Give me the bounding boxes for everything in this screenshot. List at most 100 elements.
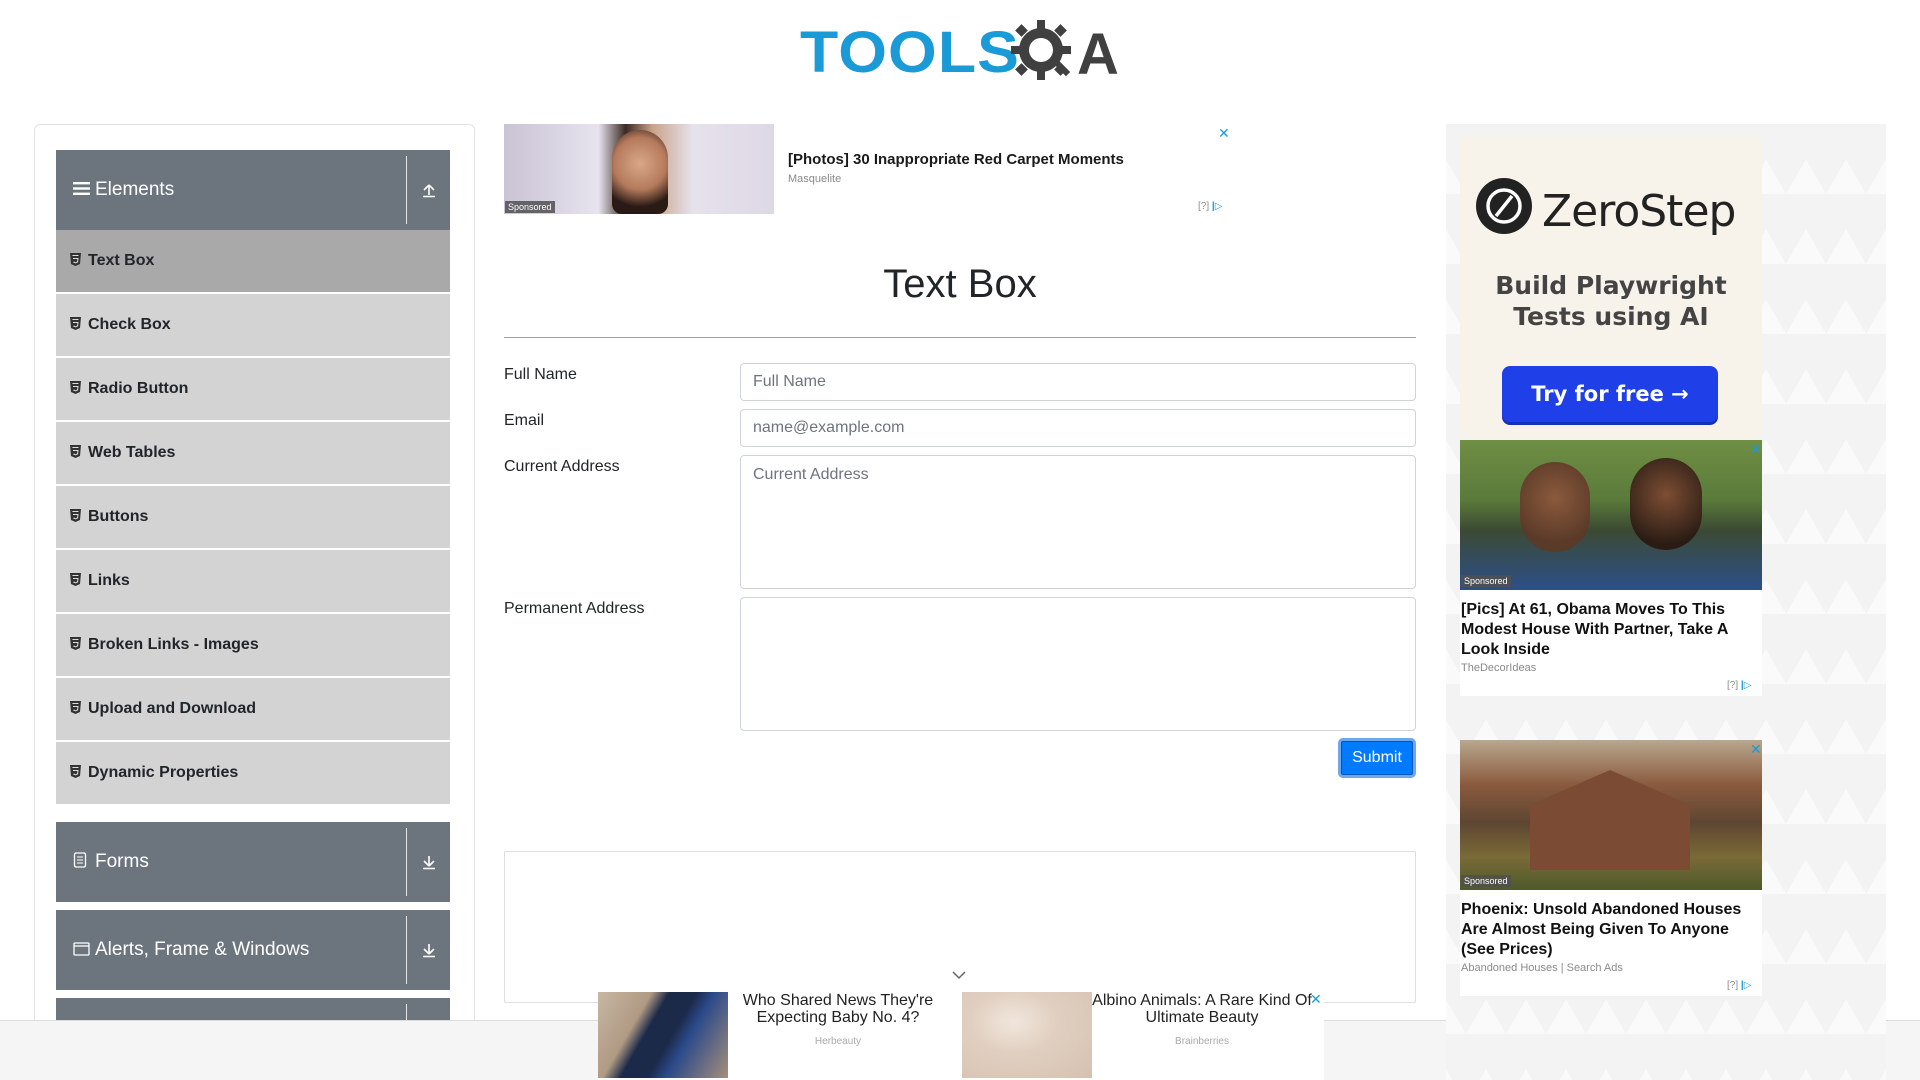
group-header-alerts-frames-windows[interactable]: Alerts, Frame & Windows bbox=[56, 910, 450, 990]
side-ad-title[interactable]: [Pics] At 61, Obama Moves To This Modest… bbox=[1461, 600, 1757, 660]
side-ad-title[interactable]: Phoenix: Unsold Abandoned Houses Are Alm… bbox=[1461, 900, 1757, 960]
group-header-elements[interactable]: Elements bbox=[56, 150, 450, 230]
bottom-ad-title[interactable]: Albino Animals: A Rare Kind Of Ultimate … bbox=[1092, 992, 1312, 1026]
ad-image bbox=[1460, 740, 1762, 890]
expand-down-icon[interactable] bbox=[407, 822, 450, 902]
html5-icon bbox=[70, 701, 86, 717]
collapse-up-icon[interactable] bbox=[407, 150, 450, 230]
ad-choices-icon: |▷ bbox=[1740, 980, 1752, 991]
ad-image bbox=[1460, 440, 1762, 590]
sidebar-item-web-tables[interactable]: Web Tables bbox=[56, 422, 450, 484]
sponsored-tag: Sponsored bbox=[1461, 875, 1511, 887]
ad-photo-subject bbox=[1630, 458, 1702, 550]
email-input[interactable] bbox=[740, 409, 1416, 447]
divider bbox=[504, 337, 1416, 338]
sidebar-item-label: Check Box bbox=[88, 316, 171, 333]
sponsored-tag: Sponsored bbox=[505, 201, 555, 213]
zerostep-logo-icon bbox=[1476, 178, 1532, 234]
sidebar-item-dynamic-properties[interactable]: Dynamic Properties bbox=[56, 742, 450, 804]
permanent-address-textarea[interactable] bbox=[740, 597, 1416, 731]
ad-photo-subject bbox=[1530, 770, 1690, 870]
zerostep-tagline: Build Playwright Tests using AI bbox=[1495, 271, 1727, 331]
ad-choices-icon: |▷ bbox=[1740, 680, 1752, 691]
html5-icon bbox=[70, 573, 86, 589]
top-ad-banner[interactable]: Sponsored [Photos] 30 Inappropriate Red … bbox=[504, 124, 1232, 214]
ad-close-icon[interactable]: ✕ bbox=[1310, 992, 1322, 1006]
ad-choices-icon: |▷ bbox=[1211, 201, 1223, 212]
html5-icon bbox=[70, 381, 86, 397]
html5-icon bbox=[70, 317, 86, 333]
sidebar-item-check-box[interactable]: Check Box bbox=[56, 294, 450, 356]
sidebar-item-label: Radio Button bbox=[88, 380, 189, 397]
html5-icon bbox=[70, 509, 86, 525]
ad-close-icon[interactable]: ✕ bbox=[1218, 126, 1230, 140]
sidebar-item-label: Links bbox=[88, 572, 130, 589]
sidebar-item-upload-download[interactable]: Upload and Download bbox=[56, 678, 450, 740]
full-name-input[interactable] bbox=[740, 363, 1416, 401]
sidebar-item-text-box[interactable]: Text Box bbox=[56, 230, 450, 292]
sidebar-item-label: Upload and Download bbox=[88, 700, 256, 717]
header: TOOLS A bbox=[0, 0, 1920, 110]
sidebar-item-links[interactable]: Links bbox=[56, 550, 450, 612]
ad-choices-label: [?] bbox=[1198, 201, 1210, 212]
sidebar-item-broken-links[interactable]: Broken Links - Images bbox=[56, 614, 450, 676]
sidebar-item-label: Text Box bbox=[88, 252, 155, 269]
zerostep-brand: ZeroStep bbox=[1542, 186, 1736, 237]
html5-icon bbox=[70, 445, 86, 461]
side-ad-card[interactable]: Sponsored ✕ [Pics] At 61, Obama Moves To… bbox=[1460, 440, 1762, 696]
ad-photo-subject bbox=[1520, 462, 1590, 552]
sidebar-item-radio-button[interactable]: Radio Button bbox=[56, 358, 450, 420]
side-ad-source: Abandoned Houses | Search Ads bbox=[1461, 962, 1623, 974]
permanent-address-label: Permanent Address bbox=[504, 600, 645, 617]
ad-image bbox=[962, 992, 1092, 1078]
ad-choices[interactable]: [?] |▷ bbox=[1727, 680, 1751, 691]
ad-source: Masquelite bbox=[788, 173, 842, 185]
side-ad-source: TheDecorIdeas bbox=[1461, 662, 1537, 674]
group-title: Alerts, Frame & Windows bbox=[95, 939, 310, 960]
sidebar-item-label: Broken Links - Images bbox=[88, 636, 259, 653]
window-icon bbox=[73, 940, 91, 961]
ad-close-icon[interactable]: ✕ bbox=[1750, 442, 1762, 456]
sidebar-item-label: Dynamic Properties bbox=[88, 764, 239, 781]
expand-down-icon[interactable] bbox=[407, 910, 450, 990]
current-address-textarea[interactable] bbox=[740, 455, 1416, 589]
page-title: Text Box bbox=[883, 262, 1037, 306]
sidebar-item-buttons[interactable]: Buttons bbox=[56, 486, 450, 548]
html5-icon bbox=[70, 637, 86, 653]
ad-choices[interactable]: [?] |▷ bbox=[1198, 201, 1222, 212]
bottom-ad-source: Brainberries bbox=[1175, 1036, 1229, 1047]
ad-close-icon[interactable]: ✕ bbox=[1750, 742, 1762, 756]
toolsqa-logo[interactable]: TOOLS A bbox=[800, 14, 1125, 92]
left-sidebar: Elements Text Box Check Box Radio Button… bbox=[34, 124, 475, 1064]
ad-choices[interactable]: [?] |▷ bbox=[1727, 980, 1751, 991]
bottom-ad[interactable]: Who Shared News They're Expecting Baby N… bbox=[598, 992, 1324, 1080]
sidebar-item-label: Buttons bbox=[88, 508, 149, 525]
group-title: Forms bbox=[95, 851, 149, 872]
chevron-down-icon[interactable] bbox=[951, 968, 967, 982]
sponsored-tag: Sponsored bbox=[1461, 575, 1511, 587]
html5-icon bbox=[70, 765, 86, 781]
group-title: Elements bbox=[95, 179, 175, 200]
right-ad-column: ZeroStep Build Playwright Tests using AI… bbox=[1446, 124, 1886, 1080]
current-address-label: Current Address bbox=[504, 458, 620, 475]
gear-magnifier-icon bbox=[1011, 20, 1071, 80]
zerostep-ad[interactable]: ZeroStep Build Playwright Tests using AI… bbox=[1460, 136, 1762, 438]
ad-choices-label: [?] bbox=[1727, 680, 1739, 691]
ad-photo-subject bbox=[612, 130, 668, 214]
hamburger-icon bbox=[73, 180, 91, 201]
bottom-ad-title[interactable]: Who Shared News They're Expecting Baby N… bbox=[728, 992, 948, 1026]
logo-text-a: A bbox=[1077, 22, 1119, 87]
email-label: Email bbox=[504, 412, 545, 429]
group-header-forms[interactable]: Forms bbox=[56, 822, 450, 902]
ad-title[interactable]: [Photos] 30 Inappropriate Red Carpet Mom… bbox=[788, 151, 1124, 168]
try-for-free-button[interactable]: Try for free → bbox=[1502, 366, 1718, 422]
ad-image bbox=[598, 992, 728, 1078]
document-icon bbox=[73, 851, 91, 873]
full-name-label: Full Name bbox=[504, 366, 577, 383]
html5-icon bbox=[70, 253, 86, 269]
logo-text-tools: TOOLS bbox=[800, 20, 1021, 85]
side-ad-card[interactable]: Sponsored ✕ Phoenix: Unsold Abandoned Ho… bbox=[1460, 740, 1762, 996]
bottom-ad-source: Herbeauty bbox=[814, 1036, 862, 1047]
sidebar-item-label: Web Tables bbox=[88, 444, 176, 461]
submit-button[interactable]: Submit bbox=[1338, 738, 1416, 778]
